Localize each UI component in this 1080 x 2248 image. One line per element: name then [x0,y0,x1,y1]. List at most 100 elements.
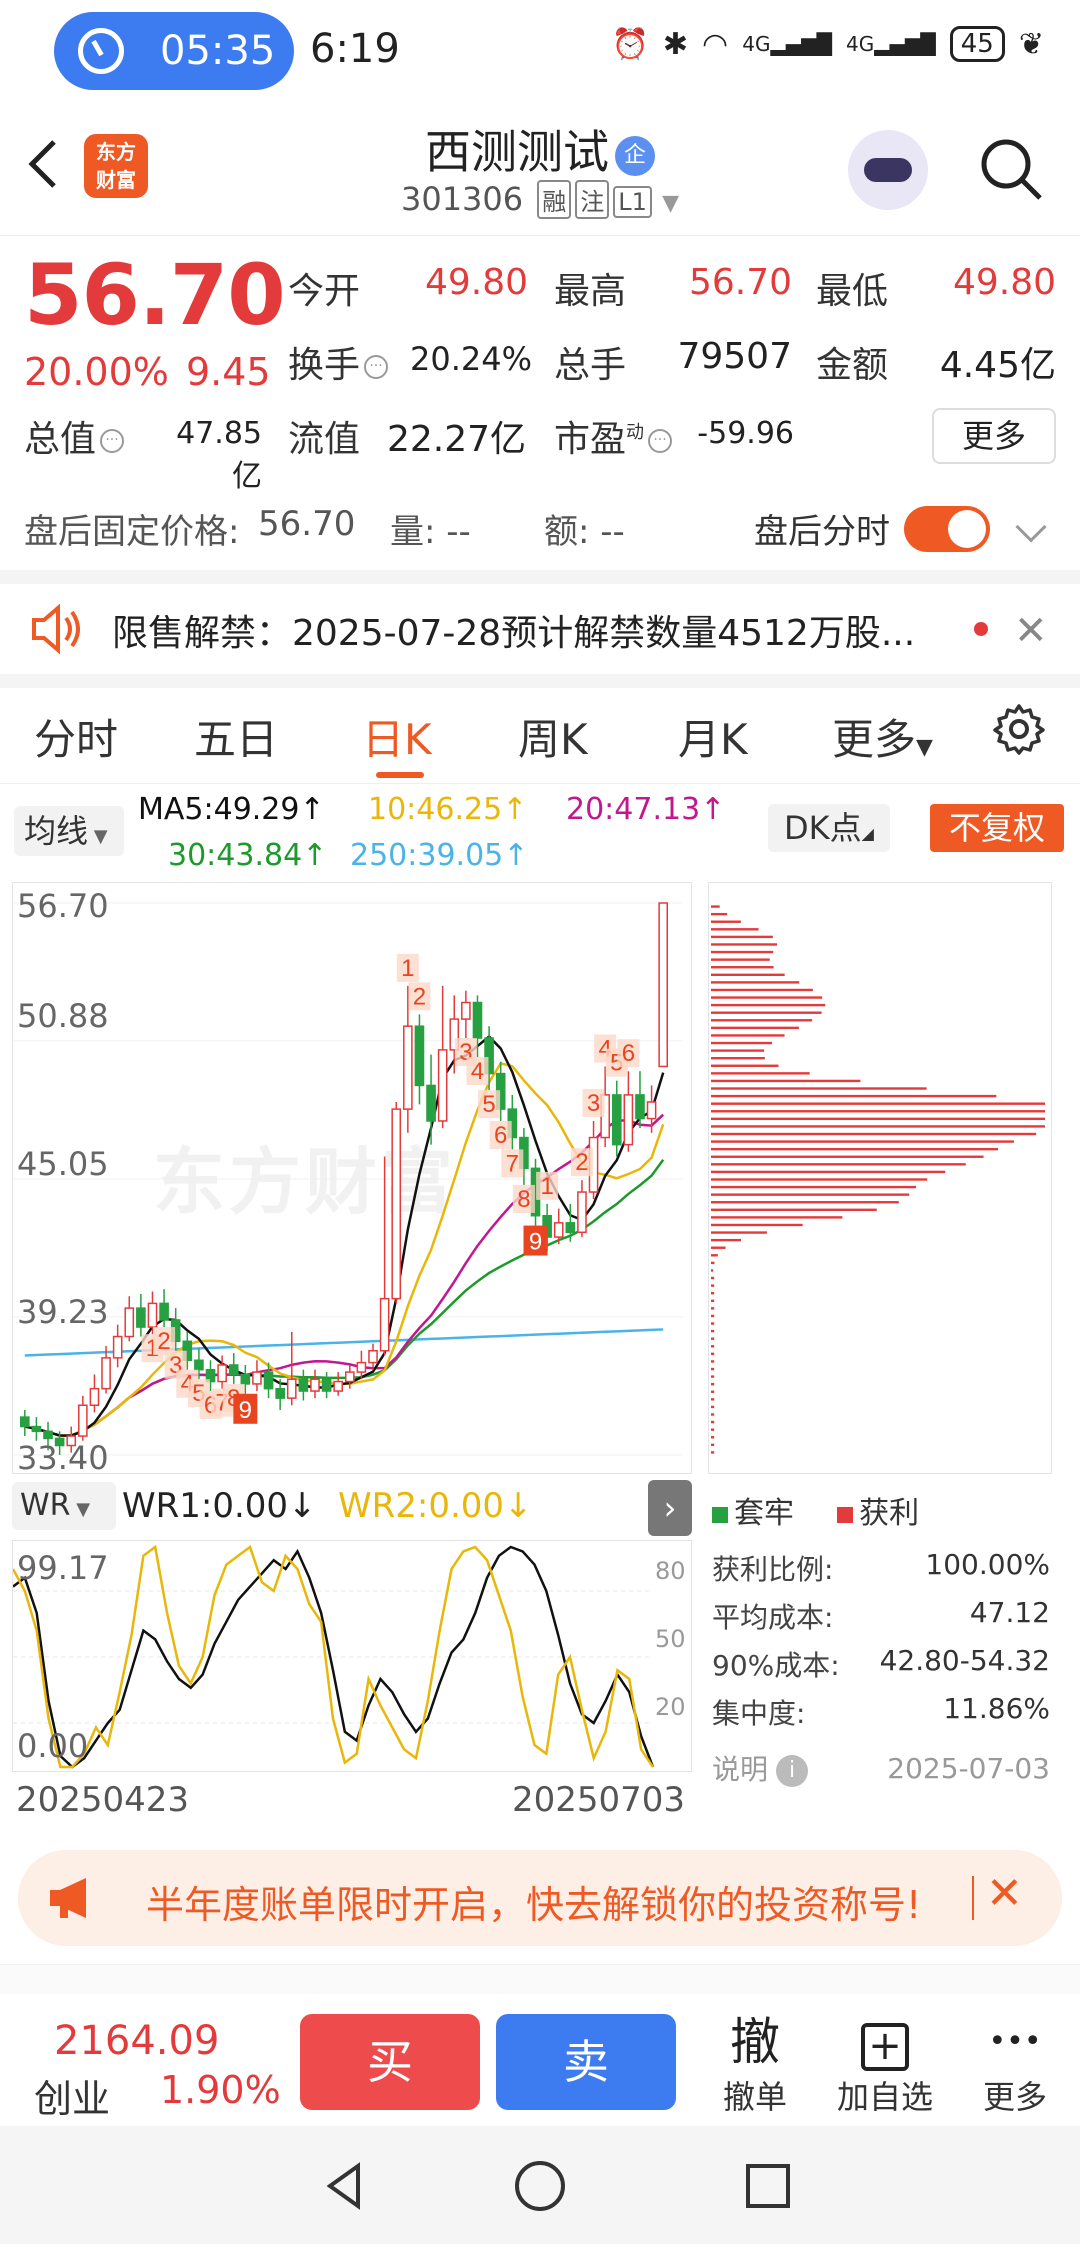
chip-bar [711,1238,742,1242]
plus-box-icon: + [861,2023,909,2071]
after-hours-toggle[interactable] [904,506,990,552]
chip-bar [711,1185,917,1189]
chip-bar [711,1079,861,1083]
chip-bar [711,1436,715,1439]
close-icon[interactable]: ✕ [1014,608,1048,654]
chevron-right-icon[interactable]: › [648,1480,692,1536]
info-icon: i [776,1755,809,1787]
chip-bar [711,1117,1045,1121]
timer-text: 05:35 [160,28,276,74]
index-value[interactable]: 2164.09 [54,2018,219,2064]
notice-text: 限售解禁：2025-07-28预计解禁数量4512万股... [112,613,916,654]
chip-bar [711,1231,767,1234]
tab-intraday[interactable]: 分时 [34,706,118,767]
turnover-label[interactable]: 换手 ··· [288,336,392,388]
tab-weekly-k[interactable]: 周K [518,706,588,767]
chip-bar [711,1269,714,1272]
buy-button[interactable]: 买 [300,2014,480,2110]
chip-bar [711,1193,910,1196]
wr-legend-row: WR ▼ WR1:0.00↓ WR2:0.00↓ › [12,1480,692,1536]
chip-bar [711,1223,803,1227]
candle-body [472,1001,483,1039]
section-divider [0,674,1080,688]
chip-bar [711,981,800,984]
volume-value: 79507 [677,336,792,377]
tab-five-day[interactable]: 五日 [194,706,278,767]
chip-distribution-chart[interactable] [708,882,1052,1474]
wr-grid-label: 20 [655,1693,686,1721]
add-watchlist-button[interactable]: + 加自选 [830,2012,940,2118]
info-dots-icon: ··· [648,429,673,453]
trapped-label: 套牢 [734,1496,794,1531]
candle-body [379,1297,390,1352]
chip-bar [711,1352,715,1356]
close-icon[interactable]: ✕ [986,1868,1023,1919]
more-button[interactable]: ••• 更多 [960,2012,1070,2118]
assistant-robot-icon[interactable] [848,130,928,210]
candle-body [437,1049,448,1122]
tab-monthly-k[interactable]: 月K [678,706,748,767]
chip-bar [711,1155,984,1158]
after-hours-price: 56.70 [258,504,356,544]
stock-name-text: 西测测试 [425,125,609,179]
y-axis-label: 50.88 [17,997,109,1035]
chip-bar [711,1072,810,1075]
chip-bar [711,905,720,908]
more-quote-button[interactable]: 更多 [932,408,1056,464]
chip-bar [711,1329,715,1333]
ma30-line [24,1158,665,1437]
gear-icon[interactable] [992,702,1046,756]
info-dots-icon: ··· [100,429,125,453]
search-icon[interactable] [978,136,1044,202]
chip-bar [711,1382,715,1386]
pe-label[interactable]: 市盈动 ··· [554,410,676,462]
wr-grid-label: 50 [655,1625,686,1653]
candle-body [344,1371,355,1383]
candle-body [159,1302,169,1321]
stock-code: 301306 [400,180,524,218]
bottom-toolbar: 2164.09 创业 1.90% 买 卖 撤 撤单 + 加自选 ••• 更多 [0,1994,1080,2126]
ma20-label: 20:47.13↑ [566,792,726,827]
ma-legend-row: 均线 ▼ MA5:49.29↑ 10:46.25↑ 20:47.13↑ 30:4… [0,786,1080,882]
nav-recents-icon[interactable] [746,2164,790,2208]
wr-select[interactable]: WR ▼ [12,1482,116,1530]
chip-bar [711,1443,715,1447]
nine-turn-marker: 2 [570,1148,593,1177]
nav-home-icon[interactable] [515,2161,565,2211]
notice-bar[interactable]: 限售解禁：2025-07-28预计解禁数量4512万股... ✕ [0,584,1080,674]
nine-turn-label: 8 [517,1186,530,1213]
candle-body [321,1378,332,1392]
k-line-chart[interactable]: 东方财富 123456789123456789123456 56.70 50.8… [12,882,692,1477]
nine-turn-marker: 7 [501,1149,524,1178]
candle-body [124,1307,135,1338]
float-value: 22.27亿 [386,419,526,460]
note-link[interactable]: 说明 i [712,1748,809,1788]
dropdown-triangle-icon: ▼ [916,735,933,760]
index-percent[interactable]: 1.90% [160,2068,281,2112]
open-label: 今开 [288,271,361,312]
wifi-icon: ◠ [702,26,729,62]
chevron-down-icon[interactable] [1015,511,1047,543]
no-adjust-button[interactable]: 不复权 [930,804,1064,852]
wr-chart[interactable]: 99.17 0.00 80 50 20 [11,1540,692,1772]
tab-daily-k[interactable]: 日K [362,706,432,767]
timer-pill[interactable]: 05:35 [54,12,294,90]
sell-button[interactable]: 卖 [496,2014,676,2110]
nav-back-icon[interactable] [326,2162,360,2210]
promo-banner[interactable]: 半年度账单限时开启，快去解锁你的投资称号! ✕ [18,1850,1062,1946]
chip-bar [711,1398,715,1401]
chip-bar [711,1337,715,1340]
wr-min-label: 0.00 [17,1727,89,1765]
candle-body [217,1364,227,1383]
high-value: 56.70 [688,262,792,303]
cancel-order-button[interactable]: 撤 撤单 [700,2012,810,2118]
dk-point-button[interactable]: DK点◢ [768,804,890,852]
indicator-select[interactable]: 均线 ▼ [14,806,124,856]
mktcap-label[interactable]: 总值 ··· [24,410,128,462]
chip-bar [711,1094,997,1098]
index-name[interactable]: 创业 [34,2068,110,2123]
promo-separator [972,1876,974,1920]
chip-bar [711,1026,799,1030]
nine-turn-label: 2 [413,983,426,1010]
tab-more[interactable]: 更多▼ [832,706,933,767]
